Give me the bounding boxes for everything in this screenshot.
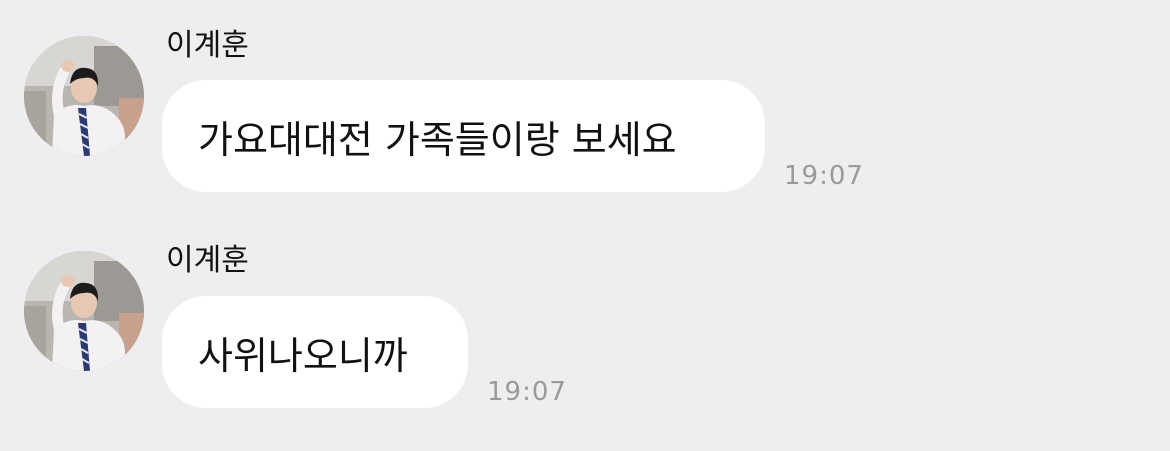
chat-message: 이계훈 사위나오니까 19:07: [0, 215, 1170, 425]
message-timestamp: 19:07: [487, 377, 567, 407]
avatar[interactable]: [24, 36, 144, 156]
message-bubble[interactable]: 사위나오니까: [162, 296, 468, 408]
sender-name: 이계훈: [166, 28, 249, 63]
message-timestamp: 19:07: [784, 161, 864, 191]
message-bubble[interactable]: 가요대대전 가족들이랑 보세요: [162, 80, 765, 192]
avatar[interactable]: [24, 251, 144, 371]
sender-name: 이계훈: [166, 243, 249, 278]
chat-message: 이계훈 가요대대전 가족들이랑 보세요 19:07: [0, 0, 1170, 210]
profile-photo-icon: [24, 251, 144, 371]
profile-photo-icon: [24, 36, 144, 156]
